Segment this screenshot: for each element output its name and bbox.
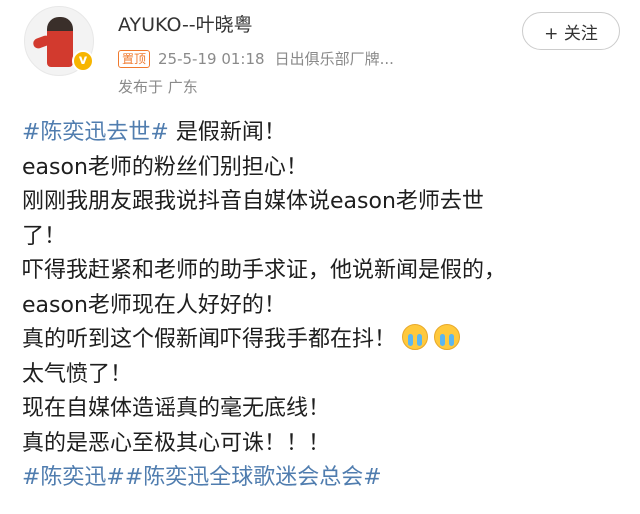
post-content: #陈奕迅去世# 是假新闻！ eason老师的粉丝们别担心！ 刚刚我朋友跟我说抖音…	[22, 116, 632, 496]
avatar-figure	[47, 17, 73, 67]
verified-badge-icon: v	[72, 50, 94, 72]
content-line-2: eason老师的粉丝们别担心！	[22, 154, 308, 180]
content-line-10: 真的是恶心至极其心可诛！！！	[22, 430, 331, 456]
content-line-9: 现在自媒体造谣真的毫无底线！	[22, 396, 331, 421]
content-line-3: 刚刚我朋友跟我说抖音自媒体说eason老师去世	[22, 189, 484, 214]
weibo-post: v AYUKO--叶晓粤 置顶 25-5-19 01:18 日出俱乐部厂牌...…	[0, 0, 640, 514]
content-line-8: 太气愤了！	[22, 361, 133, 387]
crying-face-emoji-icon	[402, 324, 429, 350]
topic-link[interactable]: #陈奕迅去世#	[22, 120, 169, 145]
follow-button[interactable]: + 关注	[522, 12, 620, 50]
post-location: 发布于 广东	[118, 78, 198, 96]
post-source[interactable]: 日出俱乐部厂牌...	[275, 48, 394, 69]
topic-links[interactable]: #陈奕迅##陈奕迅全球歌迷会总会#	[22, 461, 632, 496]
content-text: 真的听到这个假新闻吓得我手都在抖！	[22, 327, 397, 352]
content-line-7: 真的听到这个假新闻吓得我手都在抖！	[22, 323, 632, 358]
content-line-6: eason老师现在人好好的！	[22, 292, 286, 318]
content-text: 是假新闻！	[168, 120, 286, 145]
post-timestamp: 25-5-19 01:18	[158, 49, 265, 68]
content-line-5: 吓得我赶紧和老师的助手求证，他说新闻是假的，	[22, 258, 507, 283]
post-meta: 置顶 25-5-19 01:18 日出俱乐部厂牌...	[118, 48, 394, 69]
username[interactable]: AYUKO--叶晓粤	[118, 10, 253, 37]
crying-face-emoji-icon	[434, 324, 461, 350]
pinned-badge: 置顶	[118, 49, 151, 68]
content-line-1: #陈奕迅去世# 是假新闻！	[22, 116, 632, 151]
content-line-4: 了！	[22, 223, 67, 249]
